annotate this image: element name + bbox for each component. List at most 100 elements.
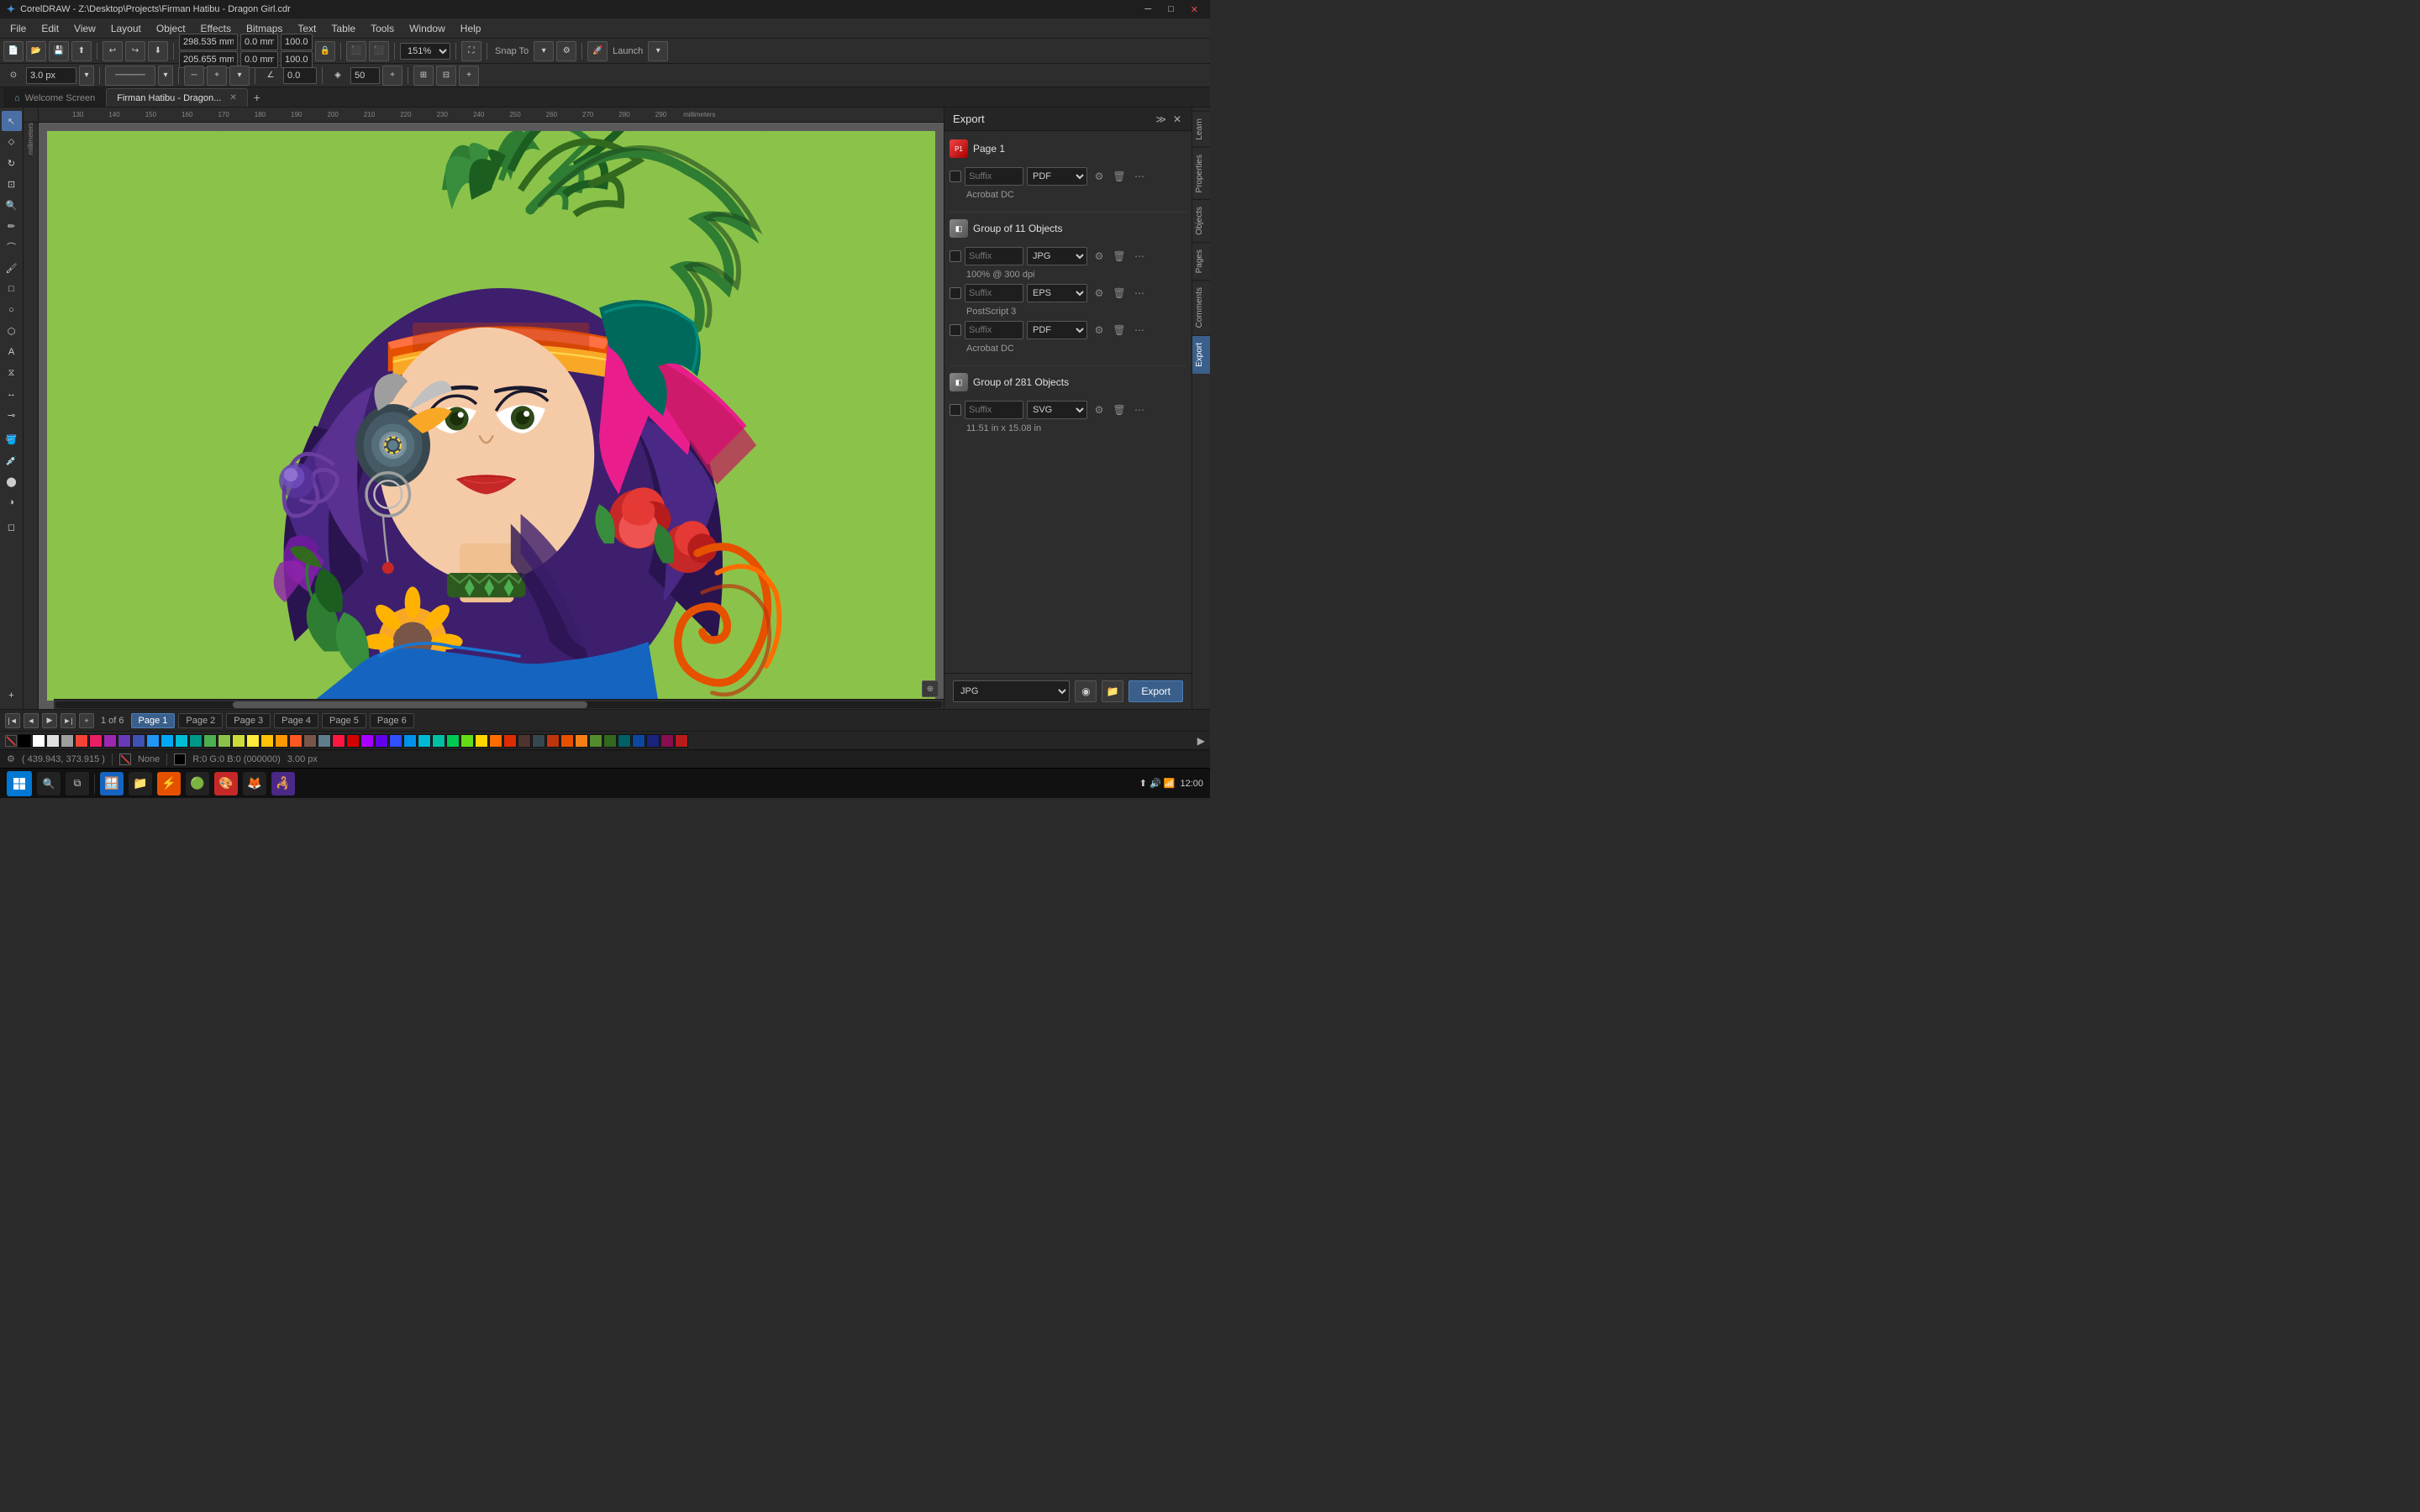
color-swatch-45[interactable] [675, 734, 688, 748]
tab-close-button[interactable]: ✕ [229, 93, 236, 102]
group281-svg-settings[interactable]: ⚙ [1091, 402, 1107, 418]
menu-view[interactable]: View [67, 21, 103, 36]
color-swatch-16[interactable] [260, 734, 274, 748]
page-play-button[interactable]: ▶ [42, 713, 57, 728]
h2-input[interactable] [281, 51, 313, 68]
tool-bezier[interactable]: ⌒ [2, 237, 22, 257]
color-swatch-42[interactable] [632, 734, 645, 748]
publish-button[interactable]: ⬆ [71, 41, 92, 61]
color-swatch-44[interactable] [660, 734, 674, 748]
page-add-button[interactable]: + [79, 713, 94, 728]
page-tab-2[interactable]: Page 2 [178, 713, 223, 728]
menu-help[interactable]: Help [454, 21, 488, 36]
color-swatch-23[interactable] [360, 734, 374, 748]
export-folder-button[interactable]: 📁 [1102, 680, 1123, 702]
group281-svg-delete[interactable]: 🗑 [1111, 402, 1128, 418]
tool-outline[interactable]: ◻ [2, 517, 22, 537]
menu-window[interactable]: Window [402, 21, 452, 36]
color-swatch-black[interactable] [18, 734, 31, 748]
page-tab-5[interactable]: Page 5 [322, 713, 366, 728]
page1-pdf-settings[interactable]: ⚙ [1091, 168, 1107, 185]
color-swatch-19[interactable] [303, 734, 317, 748]
color-swatch-4[interactable] [89, 734, 103, 748]
taskbar-app-1[interactable]: 🪟 [100, 772, 124, 795]
page-next-button[interactable]: ►| [60, 713, 76, 728]
color-swatch-38[interactable] [575, 734, 588, 748]
taskbar-app-3[interactable]: ⚡ [157, 772, 181, 795]
redo-button[interactable]: ↪ [125, 41, 145, 61]
tab-add-button[interactable]: + [248, 88, 266, 107]
zoom-select[interactable]: 151% [400, 43, 450, 60]
scrollbar-thumb-h[interactable] [233, 701, 587, 708]
maximize-button[interactable]: □ [1163, 4, 1179, 15]
color-swatch-43[interactable] [646, 734, 660, 748]
color-swatch-17[interactable] [275, 734, 288, 748]
x-input[interactable] [179, 34, 238, 50]
canvas-area[interactable]: 130 140 150 160 170 180 190 200 210 220 … [24, 108, 944, 709]
taskbar-app-2[interactable]: 📁 [129, 772, 152, 795]
tool-rectangle[interactable]: □ [2, 279, 22, 299]
tool-parallel[interactable]: ⧖ [2, 363, 22, 383]
page-first-button[interactable]: |◄ [5, 713, 20, 728]
tool-zoom[interactable]: 🔍 [2, 195, 22, 215]
tool-node[interactable]: ⬦ [2, 132, 22, 152]
group11-eps-checkbox[interactable] [950, 287, 961, 299]
palette-scroll-right[interactable]: ▶ [1197, 735, 1205, 747]
page1-pdf-delete[interactable]: 🗑 [1111, 168, 1128, 185]
page-tab-6[interactable]: Page 6 [370, 713, 414, 728]
import-button[interactable]: ⬇ [148, 41, 168, 61]
color-swatch-39[interactable] [589, 734, 602, 748]
zoom-fit-button[interactable]: ⊕ [922, 680, 939, 697]
taskbar-app-6[interactable]: 🦊 [243, 772, 266, 795]
outline-dropdown[interactable]: ▾ [79, 66, 94, 86]
tool-freehand[interactable]: ✏ [2, 216, 22, 236]
canvas-content[interactable] [39, 123, 944, 709]
grid-btn[interactable]: ⊞ [413, 66, 434, 86]
color-swatch-5[interactable] [103, 734, 117, 748]
color-swatch-20[interactable] [318, 734, 331, 748]
group11-jpg-more[interactable]: ⋯ [1131, 248, 1148, 265]
tool-measure[interactable]: ⊸ [2, 405, 22, 425]
tab-active-document[interactable]: Firman Hatibu - Dragon... ✕ [106, 88, 248, 107]
export-close-button[interactable]: ✕ [1171, 113, 1183, 125]
tool-select[interactable]: ↖ [2, 111, 22, 131]
color-swatch-30[interactable] [460, 734, 474, 748]
tool-transform[interactable]: ↻ [2, 153, 22, 173]
color-swatch-8[interactable] [146, 734, 160, 748]
snap-dropdown[interactable]: ▾ [534, 41, 554, 61]
group11-jpg-suffix[interactable] [965, 247, 1023, 265]
color-swatch-34[interactable] [518, 734, 531, 748]
group11-pdf-checkbox[interactable] [950, 324, 961, 336]
export-main-button[interactable]: Export [1128, 680, 1183, 702]
color-swatch-21[interactable] [332, 734, 345, 748]
group11-jpg-checkbox[interactable] [950, 250, 961, 262]
export-expand-button[interactable]: ≫ [1154, 113, 1168, 125]
color-swatch-33[interactable] [503, 734, 517, 748]
page-tab-4[interactable]: Page 4 [274, 713, 318, 728]
color-swatch-40[interactable] [603, 734, 617, 748]
page-prev-button[interactable]: ◄ [24, 713, 39, 728]
value2-input[interactable] [350, 67, 380, 84]
group281-svg-suffix[interactable] [965, 401, 1023, 419]
tab-learn[interactable]: Learn [1192, 111, 1210, 147]
group11-eps-more[interactable]: ⋯ [1131, 285, 1148, 302]
menu-layout[interactable]: Layout [104, 21, 148, 36]
group11-pdf-more[interactable]: ⋯ [1131, 322, 1148, 339]
value2-plus[interactable]: + [382, 66, 402, 86]
tool-crop[interactable]: ⊡ [2, 174, 22, 194]
page1-pdf-checkbox[interactable] [950, 171, 961, 182]
snap-settings[interactable]: ⚙ [556, 41, 576, 61]
minimize-button[interactable]: ─ [1139, 4, 1156, 15]
group11-eps-delete[interactable]: 🗑 [1111, 285, 1128, 302]
fullscreen-button[interactable]: ⛶ [461, 41, 481, 61]
tab-export[interactable]: Export [1192, 335, 1210, 374]
windows-button[interactable] [7, 771, 32, 796]
outline-style-dropdown[interactable]: ▾ [158, 66, 173, 86]
save-button[interactable]: 💾 [49, 41, 69, 61]
group11-eps-suffix[interactable] [965, 284, 1023, 302]
search-taskbar[interactable]: 🔍 [37, 772, 60, 795]
taskview-button[interactable]: ⧉ [66, 772, 89, 795]
group11-pdf-delete[interactable]: 🗑 [1111, 322, 1128, 339]
page1-pdf-suffix[interactable] [965, 167, 1023, 186]
color-swatch-29[interactable] [446, 734, 460, 748]
